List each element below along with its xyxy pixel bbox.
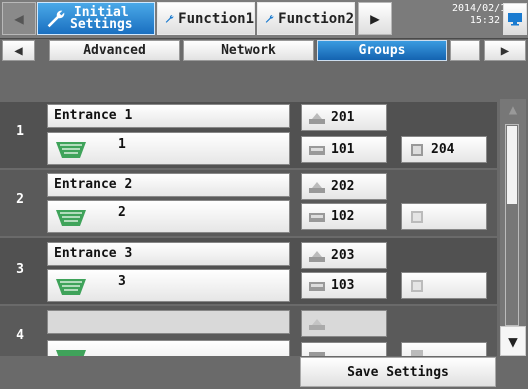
unit-code-b-button[interactable]: 102 (301, 203, 387, 230)
unit-button[interactable]: 2 (47, 200, 290, 233)
tab-blank[interactable] (450, 40, 480, 61)
time-text: 15:32 (469, 15, 500, 26)
outdoor-unit-icon (309, 250, 325, 262)
tab-initial-settings[interactable]: Initial Settings (37, 2, 155, 35)
tab-function2-label: Function2 (278, 10, 354, 27)
wrench-icon (47, 10, 65, 27)
unit-code-b-button[interactable]: 101 (301, 136, 387, 163)
unit-button[interactable] (47, 340, 290, 356)
scroll-track[interactable] (505, 124, 519, 326)
date-text: 2014/02/14 (452, 3, 513, 14)
group-name-field[interactable] (47, 310, 290, 334)
top-next-arrow[interactable]: ▶ (358, 2, 392, 35)
unit-code-b-button[interactable] (301, 342, 387, 356)
tab-network[interactable]: Network (183, 40, 314, 61)
unit-code-b-button[interactable]: 103 (301, 272, 387, 299)
datetime: 2014/02/14 15:32 (452, 3, 513, 27)
sensor-icon (411, 143, 423, 156)
sub-tab-bar: ◀ Advanced Network Groups ▶ (0, 39, 528, 61)
top-bar: ◀ Initial Settings Function1 Function2 ▶… (0, 0, 528, 39)
unit-code-a-button[interactable] (301, 310, 387, 337)
unit-number: 2 (118, 205, 126, 220)
unit-number: 3 (118, 274, 126, 289)
group-row: 2 Entrance 2 2 202 102 (0, 170, 497, 236)
outdoor-unit-icon (309, 318, 325, 330)
footer-bar: Save Settings (0, 356, 528, 389)
monitor-button[interactable] (503, 3, 527, 35)
group-number: 1 (16, 124, 24, 139)
wrench-icon (265, 14, 274, 23)
group-name-field[interactable]: Entrance 2 (47, 173, 290, 197)
outdoor-unit-icon (309, 181, 325, 193)
monitor-icon (508, 13, 522, 26)
group-name-field[interactable]: Entrance 1 (47, 104, 290, 128)
controller-icon (309, 351, 325, 356)
group-row: 1 Entrance 1 1 201 101 204 (0, 102, 497, 168)
unit-number: 1 (118, 137, 126, 152)
indoor-unit-icon (56, 142, 86, 158)
top-prev-arrow[interactable]: ◀ (2, 2, 36, 35)
group-number: 2 (16, 192, 24, 207)
group-number: 4 (16, 328, 24, 343)
unit-code-a-button[interactable]: 201 (301, 104, 387, 131)
tab-advanced[interactable]: Advanced (49, 40, 180, 61)
indoor-unit-icon (56, 210, 86, 226)
outdoor-unit-icon (309, 112, 325, 124)
unit-button[interactable]: 3 (47, 269, 290, 302)
unit-code-c-button[interactable]: 204 (401, 136, 487, 163)
tab-function1-label: Function1 (178, 10, 254, 27)
scrollbar[interactable]: ▲ ▼ (500, 99, 526, 356)
unit-code-a-button[interactable]: 203 (301, 242, 387, 269)
group-name-field[interactable]: Entrance 3 (47, 242, 290, 266)
wrench-icon (165, 14, 174, 23)
sensor-icon (411, 279, 423, 292)
unit-button[interactable]: 1 (47, 132, 290, 165)
sensor-icon (411, 210, 423, 223)
unit-code-c-button[interactable] (401, 203, 487, 230)
scroll-thumb[interactable] (507, 126, 517, 204)
controller-icon (309, 281, 325, 291)
tab-groups[interactable]: Groups (317, 40, 447, 61)
controller-icon (309, 145, 325, 155)
group-row: 4 (0, 306, 497, 356)
group-number: 3 (16, 262, 24, 277)
sensor-icon (411, 349, 423, 356)
indoor-unit-icon (56, 350, 86, 356)
tab-function2[interactable]: Function2 (257, 2, 355, 35)
tab-initial-settings-label: Initial Settings (70, 4, 133, 32)
subtab-prev-arrow[interactable]: ◀ (2, 40, 35, 61)
unit-code-a-button[interactable]: 202 (301, 173, 387, 200)
save-settings-button[interactable]: Save Settings (300, 357, 496, 387)
subtab-next-arrow[interactable]: ▶ (484, 40, 526, 61)
tab-function1[interactable]: Function1 (157, 2, 255, 35)
indoor-unit-icon (56, 279, 86, 295)
controller-icon (309, 212, 325, 222)
unit-code-c-button[interactable] (401, 342, 487, 356)
unit-code-c-button[interactable] (401, 272, 487, 299)
scroll-down-button[interactable]: ▼ (500, 326, 526, 356)
scroll-up-button[interactable]: ▲ (500, 99, 526, 121)
group-row: 3 Entrance 3 3 203 103 (0, 238, 497, 304)
